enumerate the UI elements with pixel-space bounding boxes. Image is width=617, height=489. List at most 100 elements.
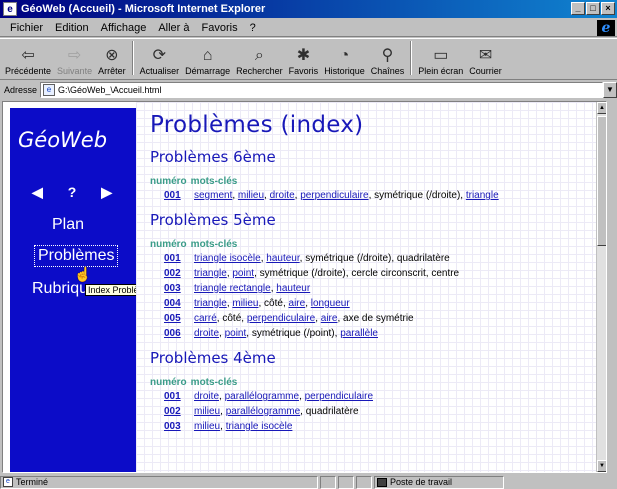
sidebar-item-plan[interactable]: Plan — [52, 216, 84, 234]
keyword-link[interactable]: triangle isocèle — [226, 421, 293, 432]
keyword-link[interactable]: hauteur — [276, 283, 310, 294]
prev-arrow-icon[interactable]: ◀ — [32, 184, 43, 201]
keyword-link[interactable]: aire — [289, 298, 306, 309]
keyword-link[interactable]: hauteur — [266, 253, 299, 264]
toolbar-button-stop[interactable]: ⊗ Arrêter — [95, 39, 129, 79]
status-bar: e Terminé Poste de travail — [0, 475, 617, 489]
sidebar-nav: ◀ ? ▶ — [32, 184, 112, 201]
column-header-numero: numéro — [150, 176, 187, 187]
keyword-link[interactable]: milieu — [194, 406, 220, 417]
toolbar-button-label: Plein écran — [418, 66, 464, 76]
next-arrow-icon[interactable]: ▶ — [101, 184, 112, 201]
keyword-text: , symétrique (/droite), cercle circonscr… — [254, 268, 460, 279]
scroll-down-button[interactable]: ▼ — [597, 460, 606, 472]
help-link[interactable]: ? — [68, 184, 77, 201]
column-header-numero: numéro — [150, 377, 187, 388]
problem-number-link[interactable]: 002 — [150, 406, 194, 417]
keyword-link[interactable]: parallèle — [340, 328, 378, 339]
keyword-link[interactable]: milieu — [232, 298, 258, 309]
toolbar-button-favorites[interactable]: ✱ Favoris — [286, 39, 322, 79]
keywords: triangle, point, symétrique (/droite), c… — [194, 268, 459, 279]
stop-icon: ⊗ — [105, 47, 119, 64]
status-cell — [356, 475, 372, 489]
refresh-icon: ⟳ — [152, 47, 167, 64]
address-input[interactable]: e G:\GéoWeb_\Accueil.html — [40, 82, 603, 98]
toolbar-button-mail[interactable]: ✉ Courrier — [466, 39, 505, 79]
keyword-link[interactable]: parallélogramme — [226, 406, 300, 417]
problem-row: 003 milieu, triangle isocèle — [150, 421, 292, 432]
keyword-link[interactable]: droite — [270, 190, 295, 201]
column-header: numéro mots-clés — [150, 176, 241, 187]
toolbar-button-forward-arrow[interactable]: ⇨ Suivante — [54, 39, 95, 79]
keywords: carré, côté, perpendiculaire, aire, axe … — [194, 313, 414, 324]
sidebar-item-problemes[interactable]: Problèmes — [34, 245, 119, 267]
keyword-link[interactable]: triangle — [194, 298, 227, 309]
problem-number-link[interactable]: 001 — [150, 190, 194, 201]
toolbar-button-search[interactable]: ⌕ Rechercher — [233, 39, 286, 79]
toolbar-button-label: Arrêter — [98, 66, 126, 76]
keyword-link[interactable]: perpendiculaire — [305, 391, 373, 402]
keywords: milieu, triangle isocèle — [194, 421, 292, 432]
status-cell — [320, 475, 336, 489]
keyword-link[interactable]: aire — [321, 313, 338, 324]
menu-aller-a[interactable]: Aller à — [152, 22, 195, 34]
problem-number-link[interactable]: 006 — [150, 328, 194, 339]
keyword-link[interactable]: point — [232, 268, 254, 279]
keyword-link[interactable]: perpendiculaire — [300, 190, 368, 201]
keyword-link[interactable]: parallélogramme — [225, 391, 299, 402]
address-value: G:\GéoWeb_\Accueil.html — [58, 85, 162, 95]
toolbar-button-history[interactable]: ◔ Historique — [321, 39, 368, 79]
minimize-button[interactable]: _ — [571, 2, 585, 15]
menu-affichage[interactable]: Affichage — [95, 22, 153, 34]
keyword-link[interactable]: droite — [194, 391, 219, 402]
keyword-link[interactable]: milieu — [238, 190, 264, 201]
window-titlebar[interactable]: e GéoWeb (Accueil) - Microsoft Internet … — [0, 0, 617, 18]
keyword-link[interactable]: triangle rectangle — [194, 283, 271, 294]
toolbar-button-back-arrow[interactable]: ⇦ Précédente — [2, 39, 54, 79]
toolbar-button-refresh[interactable]: ⟳ Actualiser — [137, 39, 183, 79]
keyword-link[interactable]: milieu — [194, 421, 220, 432]
problem-number-link[interactable]: 001 — [150, 391, 194, 402]
problem-row: 001 triangle isocèle, hauteur, symétrique… — [150, 253, 450, 264]
maximize-button[interactable]: □ — [586, 2, 600, 15]
keyword-link[interactable]: perpendiculaire — [247, 313, 315, 324]
column-header-mots-cles: mots-clés — [190, 239, 238, 250]
keyword-link[interactable]: point — [225, 328, 247, 339]
problem-number-link[interactable]: 003 — [150, 421, 194, 432]
menu-edition[interactable]: Edition — [49, 22, 95, 34]
scroll-up-button[interactable]: ▲ — [597, 102, 606, 114]
window-title: GéoWeb (Accueil) - Microsoft Internet Ex… — [21, 3, 266, 15]
problem-number-link[interactable]: 005 — [150, 313, 194, 324]
problem-number-link[interactable]: 003 — [150, 283, 194, 294]
menu-help[interactable]: ? — [244, 22, 262, 34]
problem-number-link[interactable]: 001 — [150, 253, 194, 264]
column-header: numéro mots-clés — [150, 377, 241, 388]
keyword-link[interactable]: droite — [194, 328, 219, 339]
keyword-link[interactable]: carré — [194, 313, 217, 324]
keyword-link[interactable]: triangle isocèle — [194, 253, 261, 264]
keyword-link[interactable]: segment — [194, 190, 232, 201]
problem-row: 002 triangle, point, symétrique (/droite)… — [150, 268, 459, 279]
close-button[interactable]: × — [601, 2, 615, 15]
section-title: Problèmes 6ème — [150, 148, 276, 166]
scroll-thumb[interactable] — [597, 116, 606, 246]
zone-text: Poste de travail — [390, 477, 453, 487]
toolbar-button-label: Précédente — [5, 66, 52, 76]
address-dropdown-button[interactable]: ▼ — [603, 82, 617, 98]
problem-number-link[interactable]: 002 — [150, 268, 194, 279]
toolbar-button-fullscreen[interactable]: ▭ Plein écran — [415, 39, 466, 79]
toolbar-button-home[interactable]: ⌂ Démarrage — [182, 39, 233, 79]
site-title: GéoWeb — [18, 128, 108, 152]
menu-favoris[interactable]: Favoris — [196, 22, 244, 34]
problem-number-link[interactable]: 004 — [150, 298, 194, 309]
ie-window-icon[interactable]: e — [3, 2, 17, 16]
keyword-link[interactable]: triangle — [466, 190, 499, 201]
section-title: Problèmes 4ème — [150, 349, 276, 367]
keyword-link[interactable]: triangle — [194, 268, 227, 279]
keyword-link[interactable]: longueur — [311, 298, 350, 309]
back-arrow-icon: ⇦ — [21, 47, 35, 64]
menu-fichier[interactable]: Fichier — [4, 22, 49, 34]
toolbar-button-channels[interactable]: ⚲ Chaînes — [368, 39, 408, 79]
vertical-scrollbar[interactable]: ▲ ▼ — [596, 102, 606, 472]
keywords: droite, point, symétrique (/point), para… — [194, 328, 378, 339]
